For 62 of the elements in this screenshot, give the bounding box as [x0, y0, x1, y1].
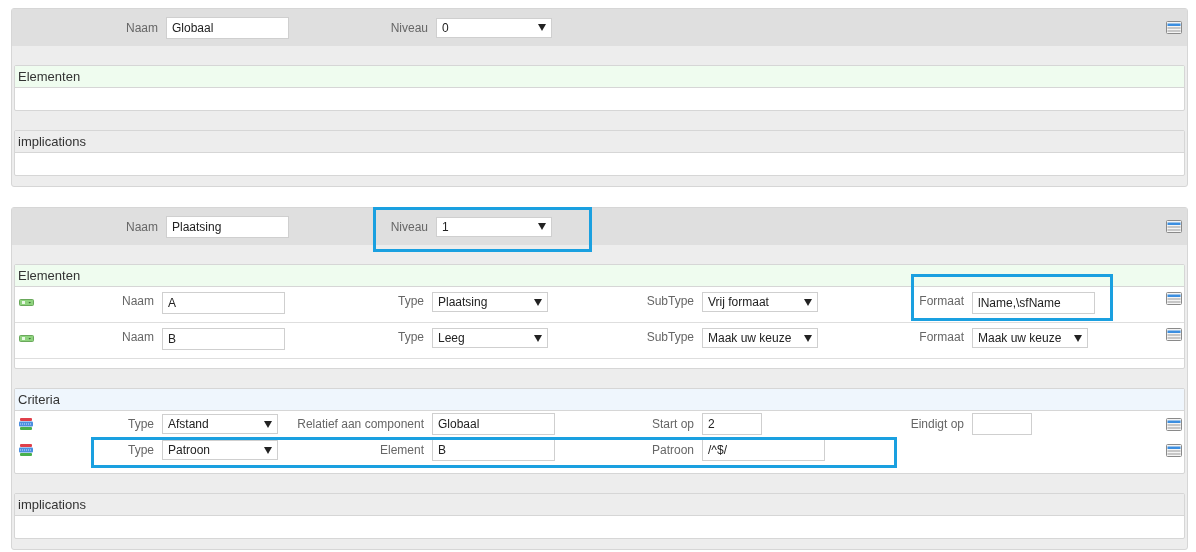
- dropdown[interactable]: Leeg: [432, 328, 548, 348]
- list-icon[interactable]: [1166, 21, 1182, 34]
- list-icon[interactable]: [1166, 292, 1182, 305]
- section-title: implications: [15, 131, 1184, 153]
- field-label: Niveau: [390, 19, 428, 37]
- dropdown[interactable]: Maak uw keuze: [702, 328, 818, 348]
- input-field[interactable]: 2: [702, 413, 762, 435]
- field-label: Type: [128, 416, 154, 433]
- caret-icon: [264, 446, 272, 454]
- caret-icon: [1074, 334, 1082, 342]
- list-icon[interactable]: [1166, 417, 1182, 431]
- field-label: Start op: [651, 416, 694, 433]
- field-label: Eindigt op: [910, 416, 964, 433]
- element-icon[interactable]: [19, 334, 34, 342]
- section-title: Elementen: [15, 66, 1184, 88]
- field-label: Naam: [126, 218, 158, 236]
- field-label: Patroon: [651, 442, 694, 459]
- input-field[interactable]: Plaatsing: [166, 215, 289, 238]
- criteria-icon[interactable]: [19, 418, 33, 430]
- list-icon[interactable]: [1166, 328, 1182, 341]
- dropdown[interactable]: Plaatsing: [432, 292, 548, 312]
- caret-icon: [534, 334, 542, 342]
- caret-icon: [538, 223, 546, 230]
- input-field[interactable]: [972, 413, 1032, 435]
- field-label: Type: [398, 329, 424, 346]
- input-field[interactable]: Globaal: [166, 16, 289, 39]
- section-title: implications: [15, 494, 1184, 516]
- caret-icon: [804, 334, 812, 342]
- dropdown[interactable]: Afstand: [162, 414, 278, 434]
- input-field[interactable]: B: [162, 328, 285, 350]
- dropdown[interactable]: Vrij formaat: [702, 292, 818, 312]
- field-label: Naam: [126, 19, 158, 37]
- field-label: SubType: [646, 329, 694, 346]
- dropdown[interactable]: 0: [436, 17, 552, 38]
- criteria-icon[interactable]: [19, 444, 33, 456]
- list-icon[interactable]: [1166, 443, 1182, 457]
- section-title: Elementen: [15, 265, 1184, 287]
- caret-icon: [804, 298, 812, 306]
- input-field[interactable]: B: [432, 439, 555, 461]
- field-label: SubType: [646, 293, 694, 310]
- list-icon[interactable]: [1166, 220, 1182, 233]
- field-label: Element: [379, 442, 424, 459]
- field-label: Naam: [122, 329, 154, 346]
- caret-icon: [534, 298, 542, 306]
- field-label: Type: [128, 442, 154, 459]
- dropdown[interactable]: 1: [436, 216, 552, 237]
- field-label: Type: [398, 293, 424, 310]
- dropdown[interactable]: Patroon: [162, 440, 278, 460]
- field-label: Naam: [122, 293, 154, 310]
- input-field[interactable]: A: [162, 292, 285, 314]
- input-field[interactable]: Globaal: [432, 413, 555, 435]
- field-label: Formaat: [919, 292, 964, 310]
- caret-icon: [538, 24, 546, 31]
- input-field[interactable]: lName,\sfName: [972, 292, 1095, 314]
- input-field[interactable]: /^$/: [702, 439, 825, 461]
- section-title: Criteria: [15, 389, 1184, 411]
- field-label: Relatief aan component: [297, 416, 424, 433]
- dropdown[interactable]: Maak uw keuze: [972, 328, 1088, 348]
- field-label: Formaat: [919, 329, 964, 346]
- element-icon[interactable]: [19, 298, 34, 306]
- caret-icon: [264, 420, 272, 428]
- field-label: Niveau: [390, 217, 428, 236]
